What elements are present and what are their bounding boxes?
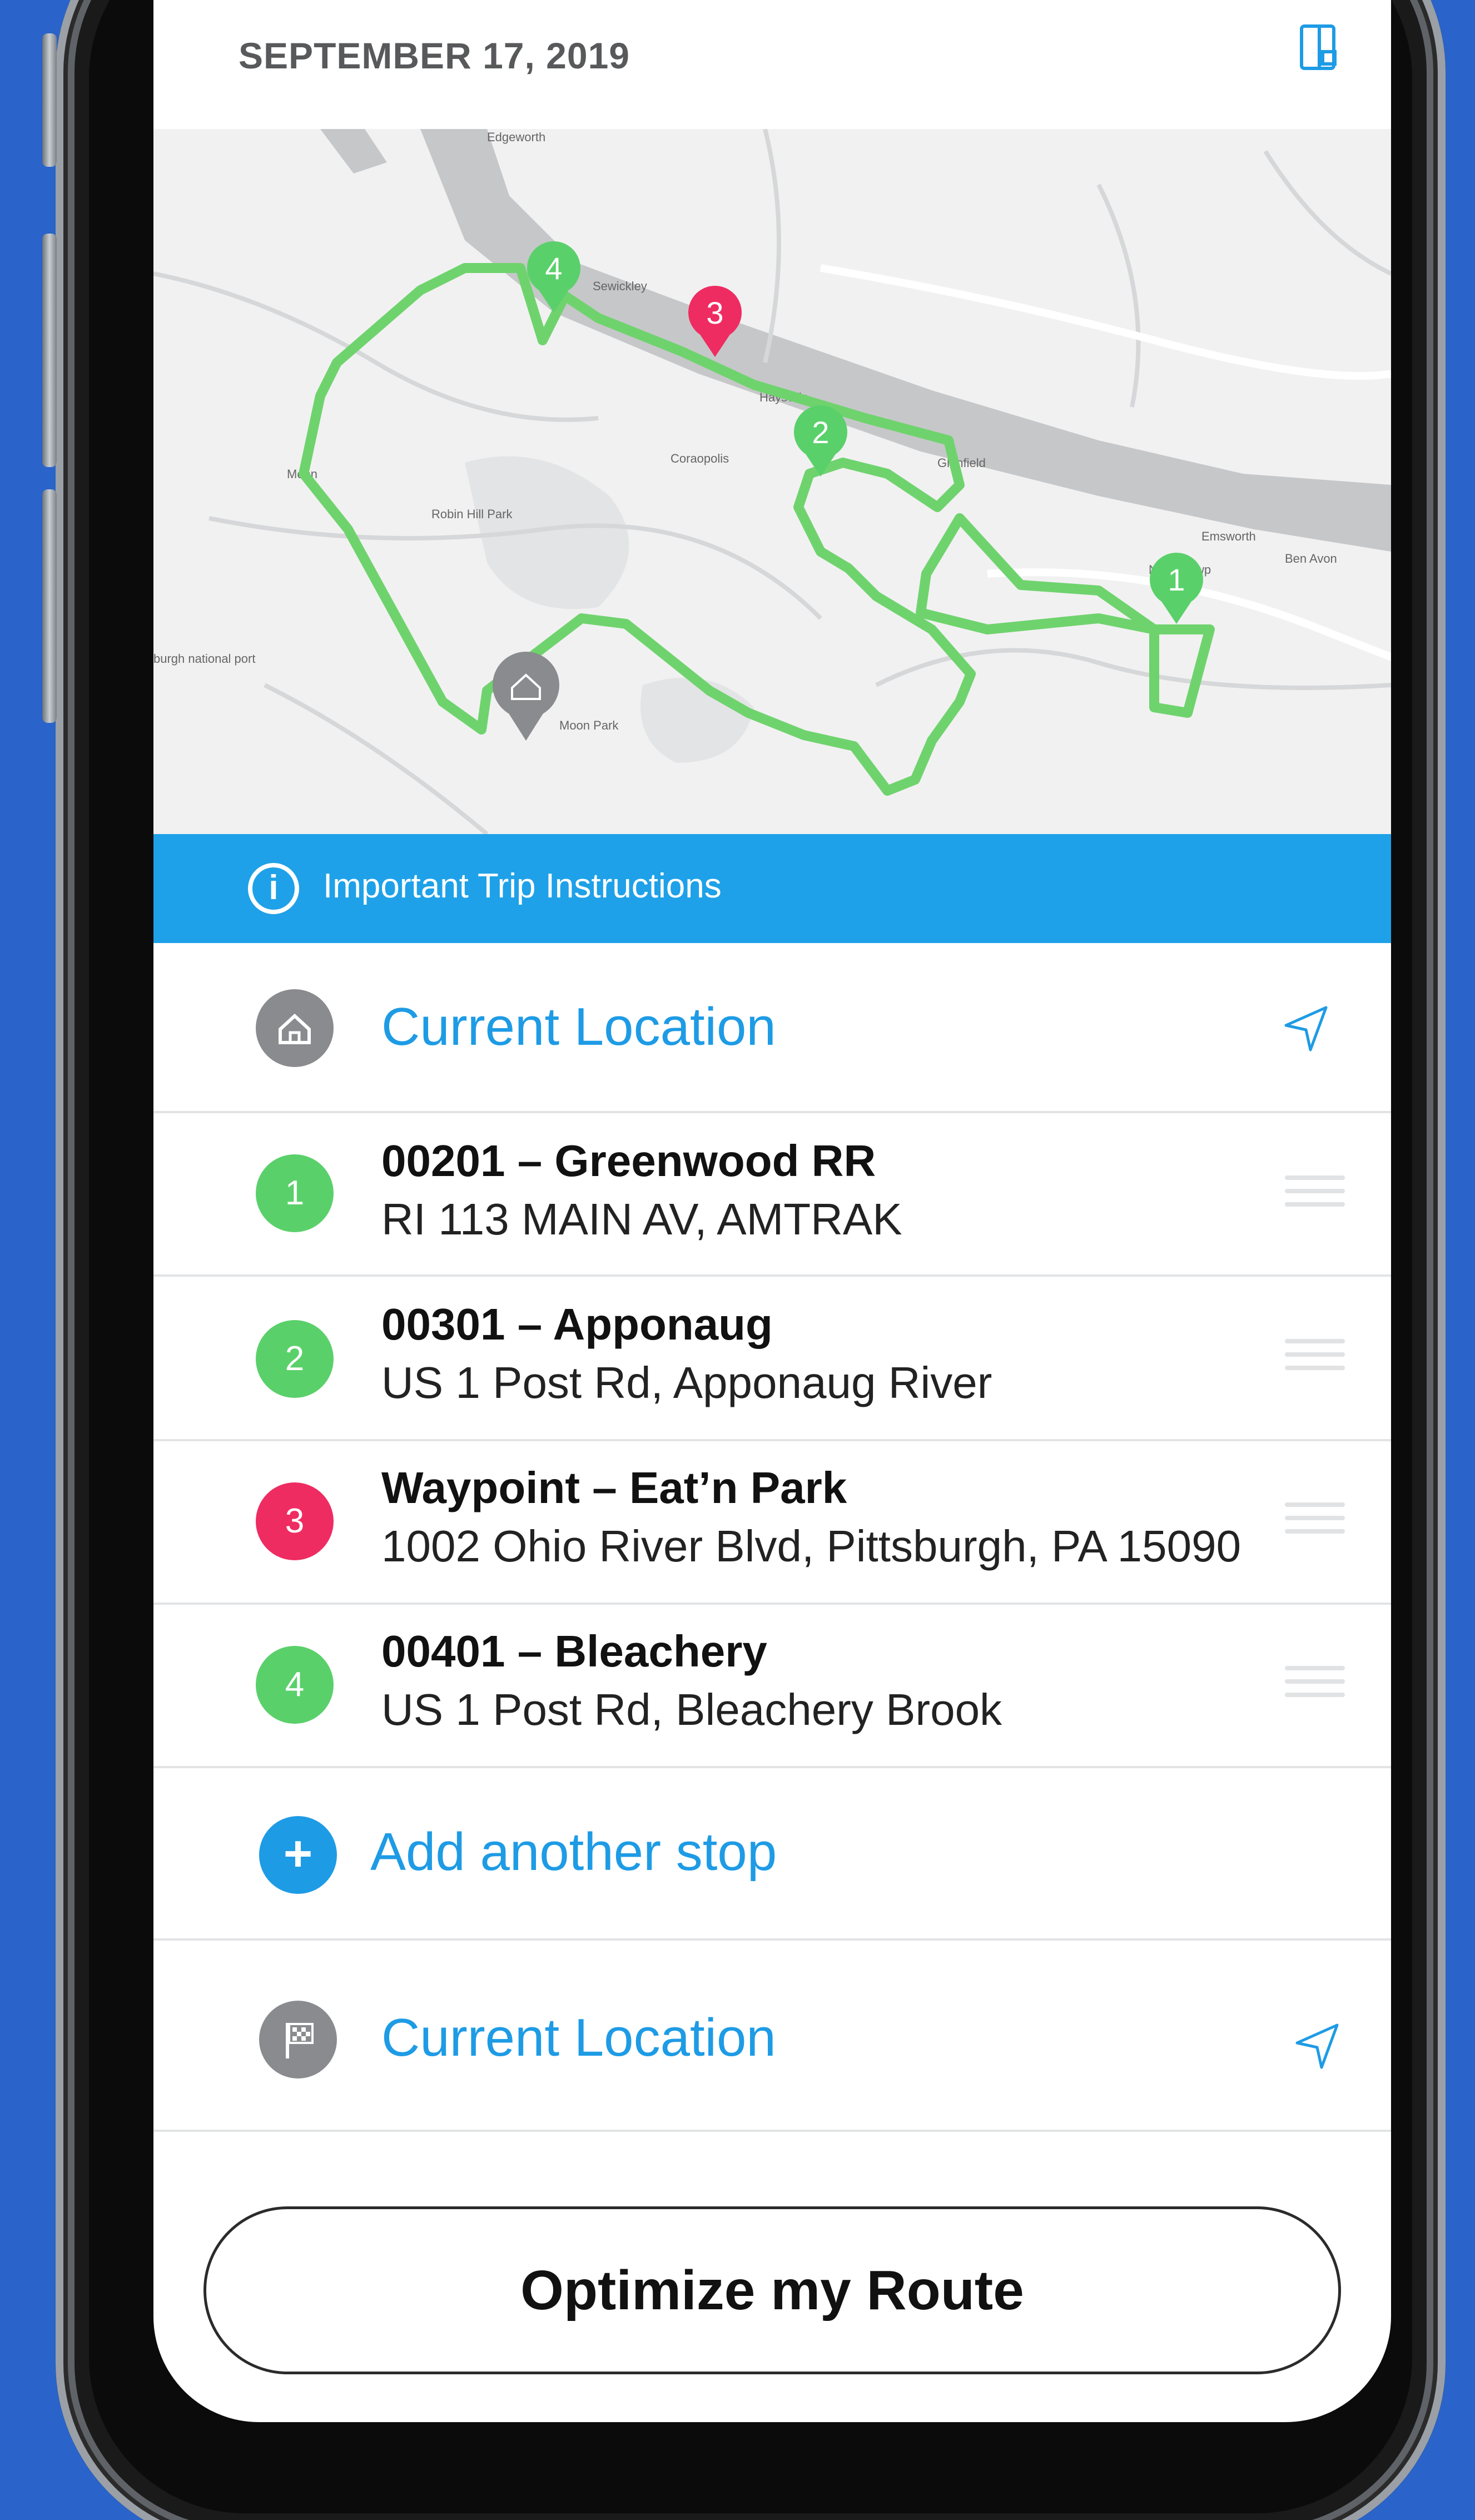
start-location-row[interactable]: Current Location [153, 943, 1391, 1113]
home-icon [256, 989, 334, 1067]
add-stop-label[interactable]: Add another stop [370, 1822, 777, 1883]
stop-title: Waypoint – Eat’n Park [381, 1463, 847, 1512]
map-label: Glenfield [937, 456, 986, 470]
navigation-arrow-icon[interactable] [1279, 1001, 1333, 1054]
map-marker-label: 3 [706, 295, 723, 330]
stop-row-1[interactable]: 1 00201 – Greenwood RR RI 113 MAIN AV, A… [153, 1113, 1391, 1277]
map-marker-label: 4 [545, 251, 562, 286]
phone-side-button [42, 33, 57, 167]
stop-number-badge: 3 [256, 1482, 334, 1560]
stop-row-4[interactable]: 4 00401 – Bleachery US 1 Post Rd, Bleach… [153, 1605, 1391, 1768]
stop-address: US 1 Post Rd, Bleachery Brook [381, 1685, 1002, 1734]
start-location-label: Current Location [381, 997, 776, 1056]
header: SEPTEMBER 17, 2019 [153, 0, 1391, 129]
info-icon: i [248, 863, 299, 914]
map-label: Coraopolis [671, 452, 729, 465]
map-canvas: Edgeworth Coraopolis Robin Hill Park Moo… [153, 129, 1391, 834]
stop-number-badge: 1 [256, 1154, 334, 1232]
trip-instructions-label: Important Trip Instructions [323, 867, 722, 905]
stop-address: 1002 Ohio River Blvd, Pittsburgh, PA 150… [381, 1521, 1241, 1571]
drag-handle-icon[interactable] [1285, 1175, 1345, 1216]
trip-instructions-bar[interactable]: i Important Trip Instructions [153, 834, 1391, 943]
book-icon[interactable] [1300, 24, 1337, 70]
map-label: Ben Avon [1285, 552, 1337, 565]
map-label: burgh national port [153, 652, 255, 666]
map-label: Moon Park [559, 718, 619, 732]
flag-icon [259, 2001, 337, 2078]
phone-side-button [42, 234, 57, 467]
stop-number-badge: 2 [256, 1320, 334, 1398]
stop-number-badge: 4 [256, 1646, 334, 1724]
end-location-row[interactable]: Current Location [153, 1941, 1391, 2132]
drag-handle-icon[interactable] [1285, 1339, 1345, 1379]
optimize-route-button[interactable]: Optimize my Route [203, 2206, 1341, 2374]
map-label: Sewickley [593, 279, 647, 293]
stop-address: US 1 Post Rd, Apponaug River [381, 1358, 992, 1407]
map-marker-label: 2 [812, 415, 829, 450]
map-label: Edgeworth [487, 130, 545, 144]
stop-address: RI 113 MAIN AV, AMTRAK [381, 1194, 902, 1244]
stop-row-3[interactable]: 3 Waypoint – Eat’n Park 1002 Ohio River … [153, 1441, 1391, 1605]
stop-title: 00301 – Apponaug [381, 1299, 773, 1349]
map-label: Robin Hill Park [431, 507, 513, 521]
stop-title: 00401 – Bleachery [381, 1626, 767, 1676]
plus-icon[interactable]: + [259, 1816, 337, 1894]
end-location-label: Current Location [381, 2008, 776, 2067]
drag-handle-icon[interactable] [1285, 1502, 1345, 1542]
route-map[interactable]: Edgeworth Coraopolis Robin Hill Park Moo… [153, 129, 1391, 834]
navigation-arrow-icon[interactable] [1290, 2018, 1344, 2072]
add-stop-row[interactable]: + Add another stop [153, 1768, 1391, 1941]
stop-title: 00201 – Greenwood RR [381, 1136, 876, 1185]
phone-side-button [42, 489, 57, 723]
app-screen: SEPTEMBER 17, 2019 Edgeworth Coraopolis … [153, 0, 1391, 2422]
map-label: Emsworth [1201, 529, 1256, 543]
stop-row-2[interactable]: 2 00301 – Apponaug US 1 Post Rd, Apponau… [153, 1277, 1391, 1441]
date-label: SEPTEMBER 17, 2019 [239, 35, 630, 76]
map-marker-label: 1 [1168, 562, 1185, 597]
drag-handle-icon[interactable] [1285, 1666, 1345, 1706]
